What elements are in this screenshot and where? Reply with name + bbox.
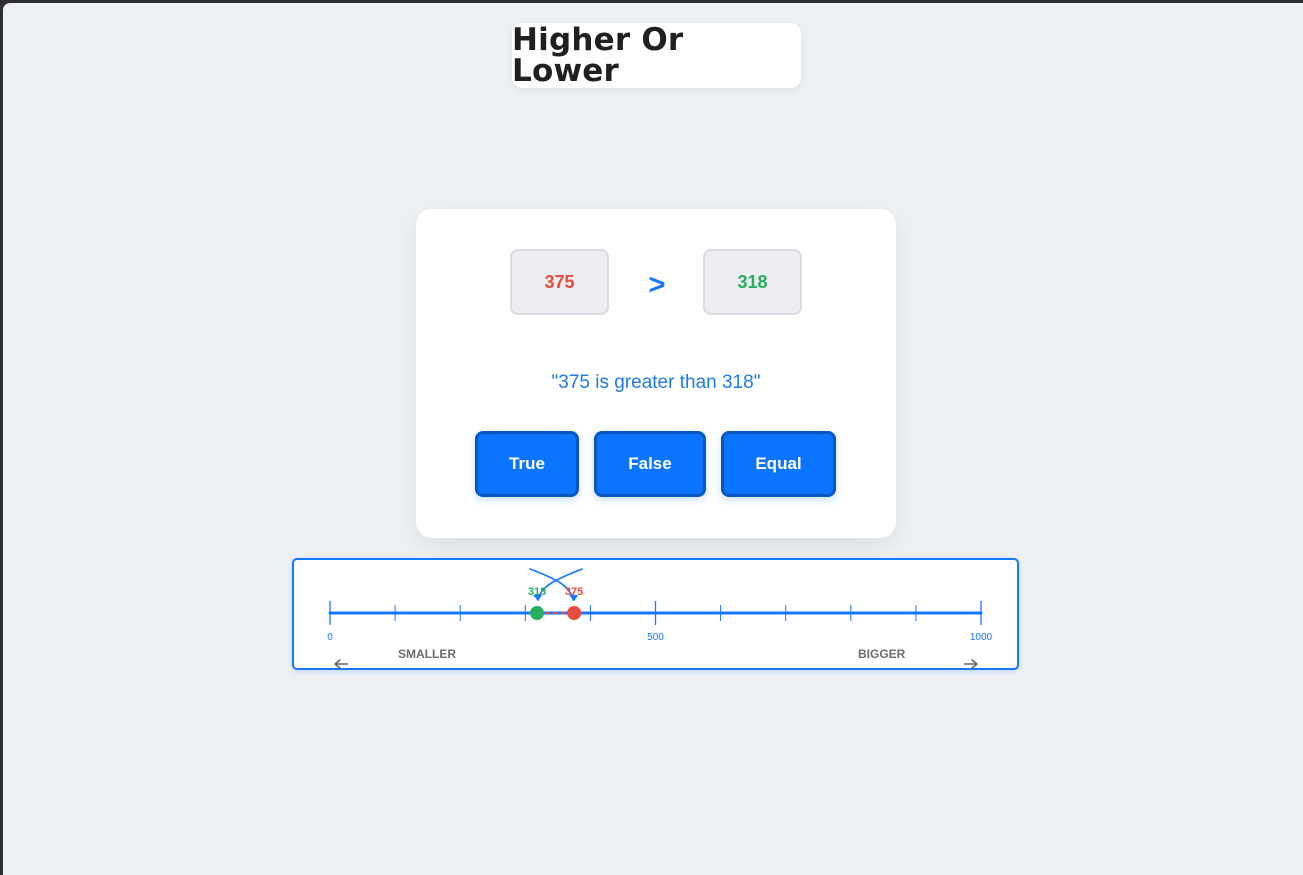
point-label-318: 318 <box>528 586 546 598</box>
title-card: Higher Or Lower <box>512 23 801 88</box>
game-page: Higher Or Lower 375 > 318 "375 is greate… <box>3 3 1303 875</box>
true-button[interactable]: True <box>475 431 579 497</box>
false-button[interactable]: False <box>594 431 706 497</box>
left-number-box: 375 <box>510 249 609 315</box>
point-375-marker <box>567 606 582 620</box>
max-value-label: 1000 <box>970 632 993 643</box>
mid-value-label: 500 <box>647 632 664 643</box>
comparison-statement: "375 is greater than 318" <box>551 372 761 393</box>
page-title: Higher Or Lower <box>512 21 684 89</box>
smaller-label: SMALLER <box>398 647 456 661</box>
point-label-375: 375 <box>565 586 583 598</box>
number-line: 0 500 1000 318 375 SMALLER BIGGER <box>327 568 993 669</box>
left-arrow-icon <box>334 659 348 669</box>
comparison-card: 375 > 318 "375 is greater than 318" True… <box>416 209 896 538</box>
greater-than-symbol: > <box>648 268 666 301</box>
point-318-marker <box>530 606 545 620</box>
right-arrow-icon <box>964 659 978 669</box>
min-value-label: 0 <box>327 632 333 643</box>
number-line-card: 0 500 1000 318 375 SMALLER BIGGER <box>292 558 1019 670</box>
equal-button[interactable]: Equal <box>721 431 836 497</box>
right-number-box: 318 <box>703 249 802 315</box>
bigger-label: BIGGER <box>858 647 906 661</box>
